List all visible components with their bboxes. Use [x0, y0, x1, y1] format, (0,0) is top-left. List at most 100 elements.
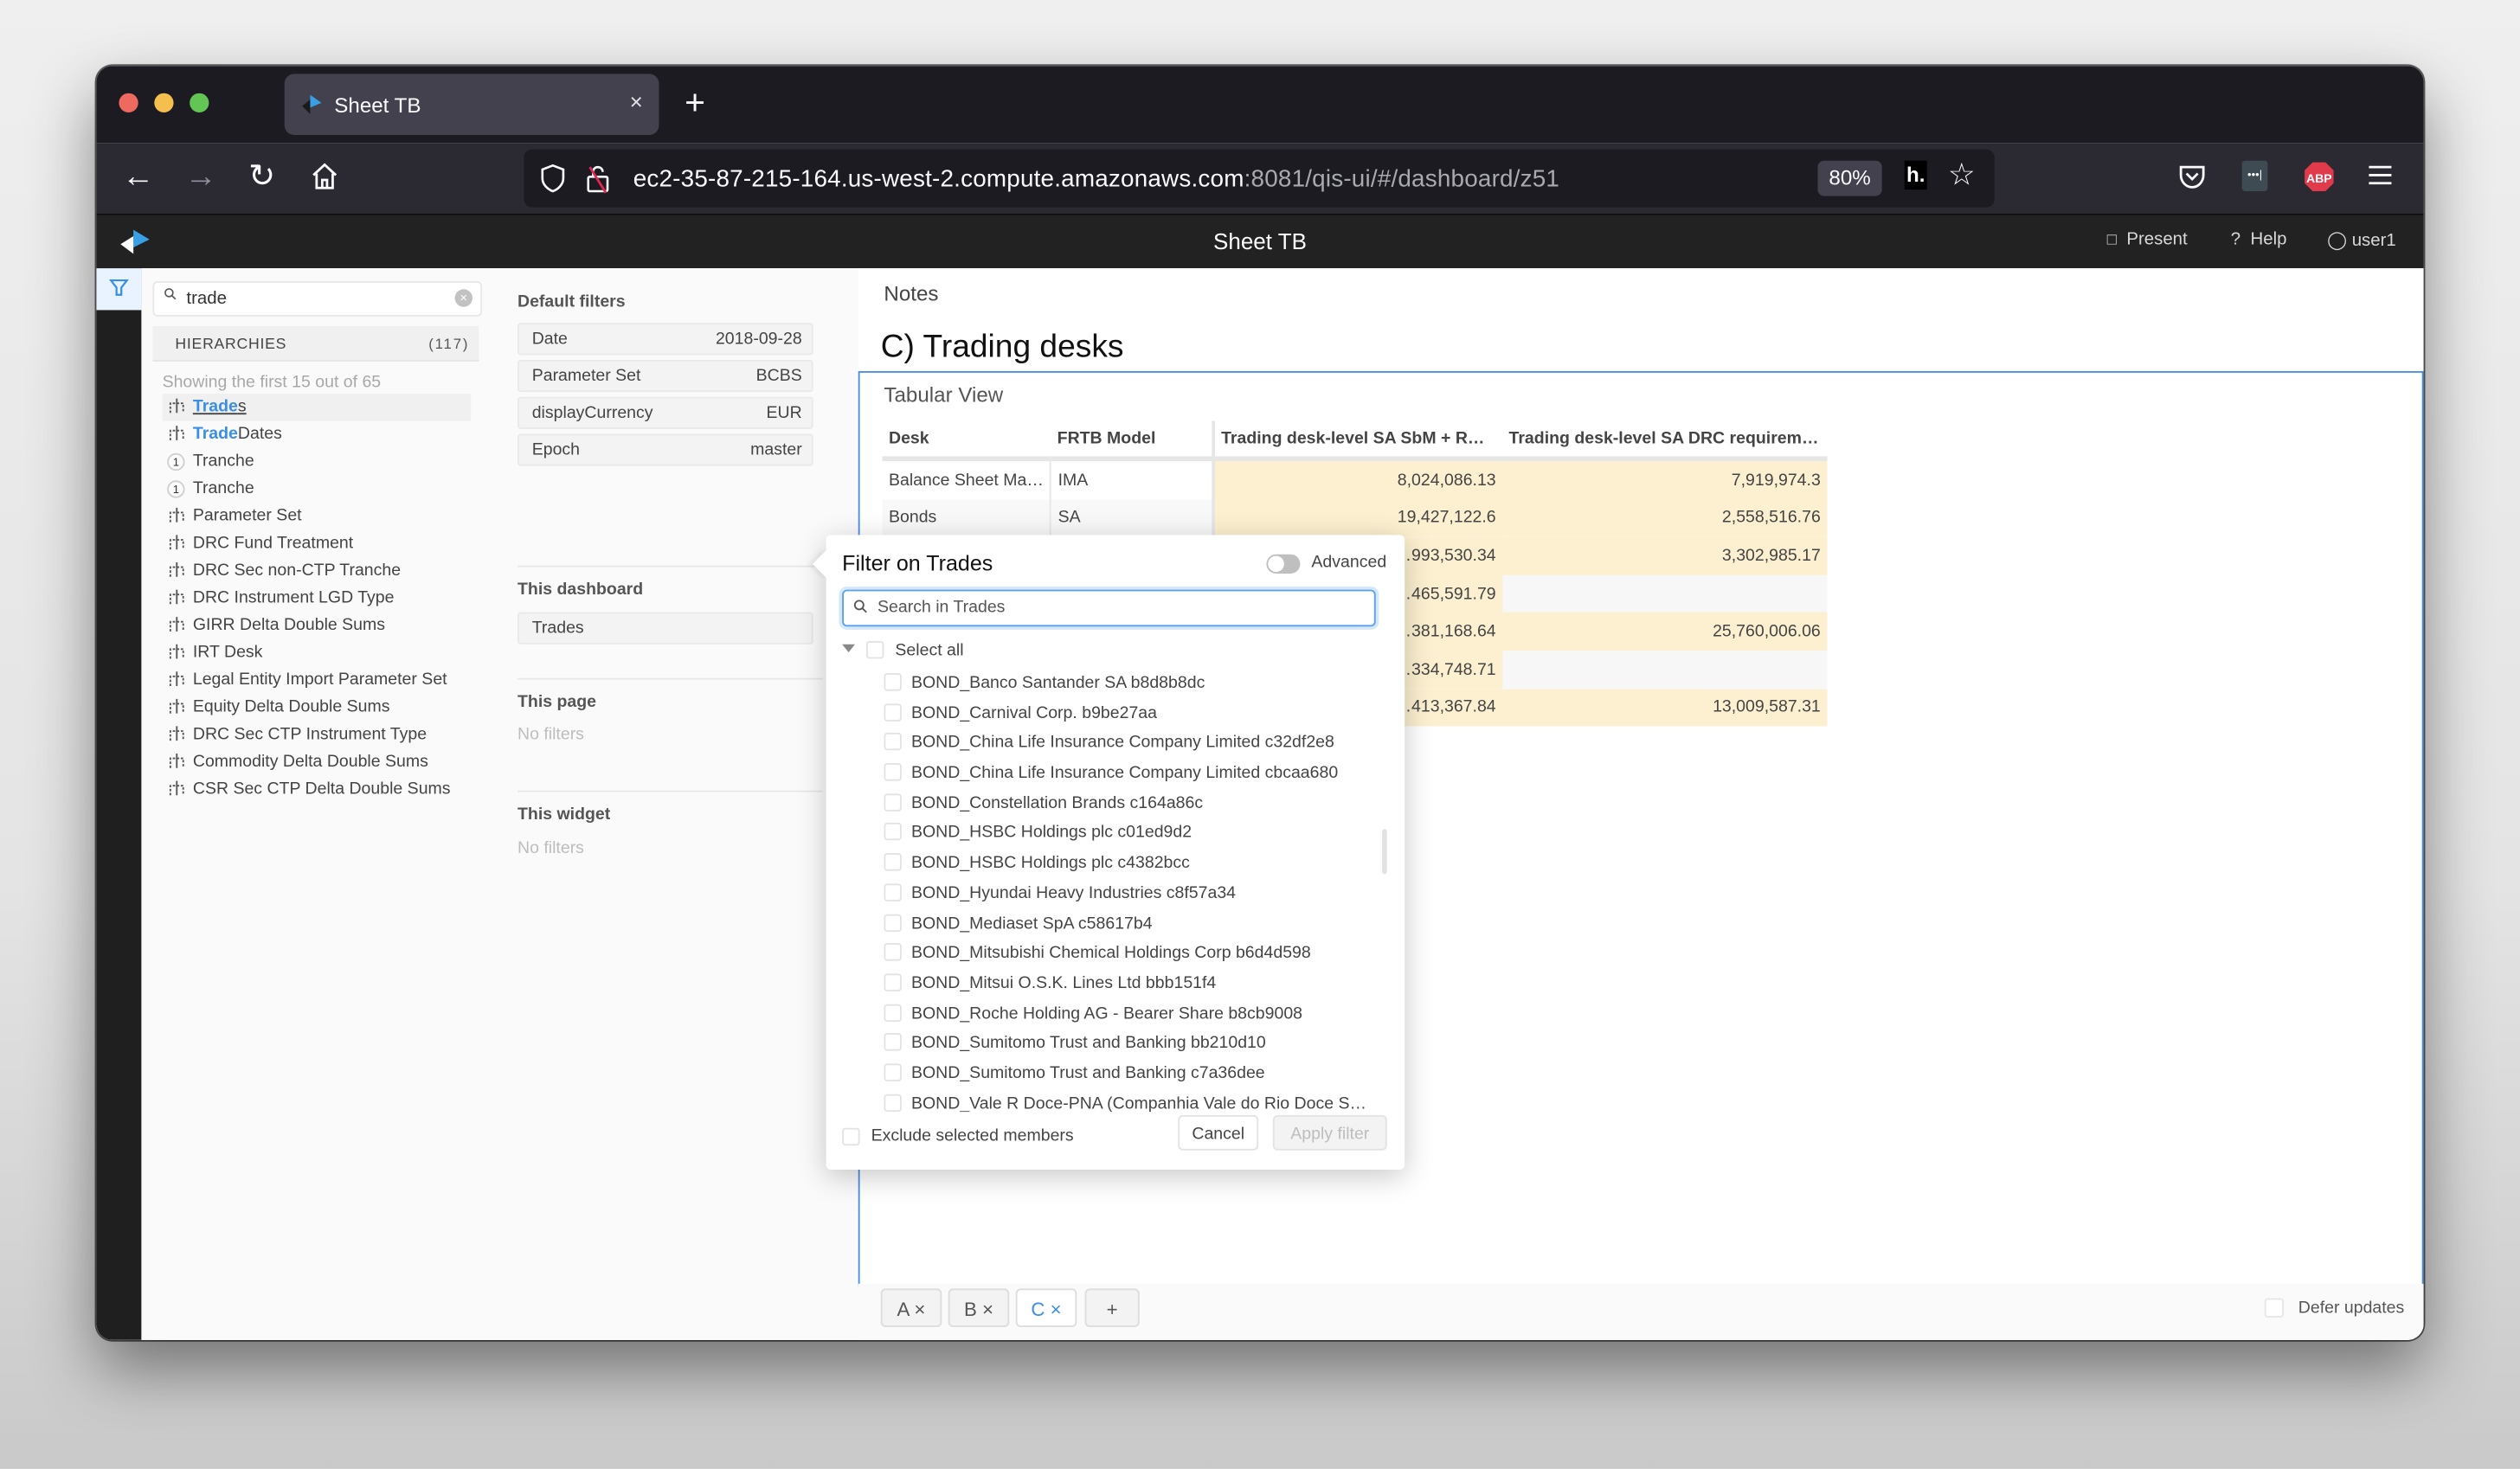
member-search-input[interactable] — [842, 589, 1376, 627]
pocket-icon[interactable] — [2177, 163, 2206, 191]
hamburger-menu-icon[interactable] — [2368, 164, 2394, 186]
password-manager-icon[interactable]: •••| — [2241, 160, 2268, 191]
member-checkbox[interactable] — [884, 1063, 902, 1081]
back-arrow-icon[interactable]: ← — [120, 159, 156, 195]
member-checkbox[interactable] — [884, 883, 902, 901]
member-item[interactable]: BOND_Carnival Corp. b9be27aa — [884, 700, 1382, 730]
hierarchy-item[interactable]: Legal Entity Import Parameter Set — [163, 667, 472, 695]
frtb-model-cell[interactable]: IMA — [1051, 459, 1214, 499]
advanced-toggle[interactable] — [1266, 554, 1301, 574]
column-header-sbm[interactable]: Trading desk-level SA SbM + R… — [1211, 420, 1503, 461]
default-filter-item[interactable]: Parameter Set BCBS — [518, 360, 813, 393]
hypothesis-extension-icon[interactable]: h. — [1904, 160, 1927, 190]
member-item[interactable]: BOND_HSBC Holdings plc c01ed9d2 — [884, 820, 1382, 850]
default-filter-item[interactable]: Date 2018-09-28 — [518, 323, 813, 356]
present-button[interactable]: □ Present — [2107, 230, 2188, 249]
filters-rail-button[interactable] — [96, 268, 142, 311]
member-checkbox[interactable] — [884, 913, 902, 932]
member-checkbox[interactable] — [884, 792, 902, 811]
address-bar[interactable]: ec2-35-87-215-164.us-west-2.compute.amaz… — [524, 149, 1995, 208]
member-checkbox[interactable] — [884, 973, 902, 991]
new-tab-button[interactable]: + — [685, 82, 705, 124]
hierarchy-item[interactable]: DRC Instrument LGD Type — [163, 585, 472, 613]
member-checkbox[interactable] — [884, 702, 902, 722]
measure-cell[interactable]: 19,427,122.6 — [1211, 498, 1503, 537]
hierarchy-item[interactable]: Equity Delta Double Sums — [163, 694, 472, 722]
cancel-button[interactable]: Cancel — [1178, 1114, 1259, 1151]
column-header-frtb-model[interactable]: FRTB Model — [1051, 420, 1213, 461]
member-item[interactable]: BOND_Sumitomo Trust and Banking bb210d10 — [884, 1030, 1382, 1061]
member-search-field[interactable] — [874, 596, 1363, 619]
bookmark-star-icon[interactable]: ☆ — [1948, 157, 1976, 195]
reload-icon[interactable]: ↻ — [244, 159, 280, 195]
hierarchy-item[interactable]: DRC Sec non-CTP Tranche — [163, 557, 472, 585]
hierarchies-section-header[interactable]: HIERARCHIES (117) — [152, 326, 479, 362]
frtb-model-cell[interactable]: SA — [1051, 498, 1214, 537]
member-checkbox[interactable] — [884, 823, 902, 842]
default-filter-item[interactable]: displayCurrency EUR — [518, 396, 813, 429]
member-checkbox[interactable] — [884, 943, 902, 961]
desk-cell[interactable]: Bonds — [882, 498, 1052, 537]
member-item[interactable]: BOND_Mediaset SpA c58617b4 — [884, 910, 1382, 940]
column-header-desk[interactable]: Desk — [882, 420, 1051, 461]
measure-cell[interactable]: 8,024,086.13 — [1211, 459, 1503, 499]
hierarchy-item[interactable]: 1 Tranche — [163, 476, 472, 504]
home-icon[interactable] — [307, 161, 343, 193]
measure-cell[interactable] — [1502, 574, 1828, 613]
clear-search-icon[interactable]: × — [454, 289, 472, 307]
member-checkbox[interactable] — [884, 1003, 902, 1022]
member-checkbox[interactable] — [884, 763, 902, 781]
member-item[interactable]: BOND_HSBC Holdings plc c4382bcc — [884, 850, 1382, 881]
table-row[interactable]: Bonds SA 19,427,122.6 2,558,516.76 — [882, 498, 1828, 537]
member-checkbox[interactable] — [884, 1094, 902, 1112]
hierarchy-item[interactable]: 1 Tranche — [163, 448, 472, 476]
desk-cell[interactable]: Balance Sheet Ma… — [882, 459, 1052, 499]
member-checkbox[interactable] — [884, 1033, 902, 1052]
member-item[interactable]: BOND_China Life Insurance Company Limite… — [884, 760, 1382, 791]
measure-cell[interactable]: 2,558,516.76 — [1502, 498, 1828, 537]
hierarchy-item[interactable]: TradeDates — [163, 421, 472, 449]
hierarchy-item[interactable]: GIRR Delta Double Sums — [163, 613, 472, 640]
page-tab-a[interactable]: A × — [880, 1288, 942, 1327]
minimize-window-button[interactable] — [154, 93, 174, 112]
member-item[interactable]: BOND_Roche Holding AG - Bearer Share b8c… — [884, 1000, 1382, 1030]
user-menu-button[interactable]: ◯ user1 — [2327, 230, 2396, 250]
shield-icon[interactable] — [540, 164, 566, 193]
exclude-members-checkbox[interactable] — [842, 1127, 860, 1146]
zoom-level-button[interactable]: 80% — [1817, 160, 1882, 196]
member-checkbox[interactable] — [884, 673, 902, 691]
adblock-plus-icon[interactable]: ABP — [2303, 161, 2335, 193]
page-tab-close-icon[interactable]: × — [914, 1299, 925, 1321]
hierarchy-item[interactable]: Trades — [162, 394, 472, 421]
default-filter-item[interactable]: Epoch master — [518, 433, 813, 466]
member-item[interactable]: BOND_Sumitomo Trust and Banking c7a36dee — [884, 1061, 1382, 1091]
tab-close-icon[interactable]: × — [630, 88, 643, 114]
hierarchy-item[interactable]: Parameter Set — [163, 503, 472, 530]
member-item[interactable]: BOND_Mitsui O.S.K. Lines Ltd bbb151f4 — [884, 970, 1382, 1000]
apply-filter-button[interactable]: Apply filter — [1272, 1114, 1387, 1151]
hierarchy-item[interactable]: DRC Sec CTP Instrument Type — [163, 722, 472, 749]
select-all-checkbox[interactable] — [866, 641, 884, 659]
member-checkbox[interactable] — [884, 733, 902, 751]
hierarchy-item[interactable]: IRT Desk — [163, 639, 472, 667]
page-tab-close-icon[interactable]: × — [1051, 1299, 1062, 1321]
defer-updates-box[interactable] — [2264, 1298, 2285, 1318]
measure-cell[interactable]: 3,302,985.17 — [1502, 536, 1828, 575]
insecure-lock-icon[interactable] — [585, 163, 611, 195]
measure-cell[interactable] — [1502, 651, 1828, 689]
member-item[interactable]: BOND_China Life Insurance Company Limite… — [884, 730, 1382, 760]
member-item[interactable]: BOND_Constellation Brands c164a86c — [884, 790, 1382, 820]
table-row[interactable]: Balance Sheet Ma… IMA 8,024,086.13 7,919,97… — [882, 459, 1828, 499]
hierarchy-item[interactable]: CSR Sec CTP Delta Double Sums — [163, 776, 472, 804]
hierarchy-item[interactable]: Commodity Delta Double Sums — [163, 748, 472, 776]
notes-widget[interactable]: Notes — [884, 281, 938, 305]
add-page-button[interactable]: + — [1084, 1288, 1140, 1327]
collapse-caret-icon[interactable] — [842, 644, 855, 652]
page-tab-close-icon[interactable]: × — [982, 1299, 993, 1321]
measure-cell[interactable]: 25,760,006.06 — [1502, 613, 1828, 651]
member-checkbox[interactable] — [884, 853, 902, 871]
defer-updates-checkbox[interactable]: Defer updates — [2264, 1298, 2404, 1318]
page-tab-c[interactable]: C × — [1015, 1288, 1077, 1327]
measure-cell[interactable]: 13,009,587.31 — [1502, 688, 1828, 727]
dashboard-filter-trades[interactable]: Trades — [518, 612, 813, 645]
